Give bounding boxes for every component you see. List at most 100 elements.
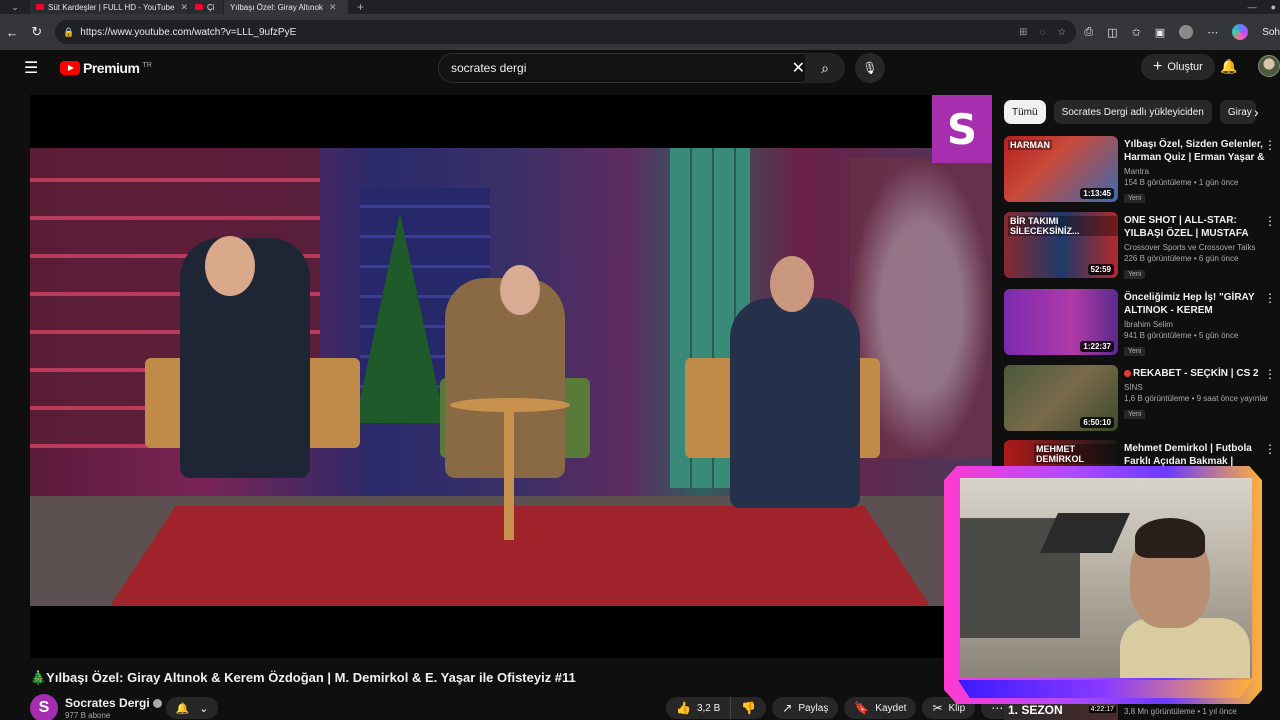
- video-thumbnail[interactable]: 1:22:37: [1004, 289, 1118, 355]
- more-vertical-icon[interactable]: ⋮: [1264, 367, 1276, 381]
- search-button[interactable]: ⌕: [805, 53, 845, 83]
- search-query: socrates dergi: [451, 61, 527, 75]
- browser-tab[interactable]: Çi: [189, 0, 223, 14]
- tracking-icon[interactable]: ◌: [1039, 27, 1045, 38]
- recommendation-item[interactable]: 6:50:10 REKABET - SEÇKİN | CS 2 SİNS 1,6…: [1004, 365, 1280, 437]
- scissors-icon: ✂: [932, 701, 943, 715]
- favorites-icon[interactable]: ✩: [1132, 26, 1141, 39]
- youtube-logo[interactable]: Premium TR: [60, 60, 152, 76]
- new-badge: Yeni: [1124, 270, 1146, 279]
- chip-from-uploader[interactable]: Socrates Dergi adlı yükleyiciden: [1053, 100, 1212, 124]
- extensions-area: ⎙ ◫ ✩ ▣ ⋯ Soh: [1084, 24, 1280, 40]
- create-label: Oluştur: [1167, 61, 1203, 73]
- recommendation-title[interactable]: Önceliğimiz Hep İş! "GİRAY ALTINOK - KER…: [1124, 291, 1268, 317]
- thumbnail-text: MEHMET DEMİRKOL: [1034, 444, 1118, 464]
- browser-tab[interactable]: Süt Kardeşler | FULL HD - YouTube ✕: [30, 0, 188, 14]
- recommendation-item[interactable]: BİR TAKIMI SİLECEKSİNİZ... 52:59 ONE SHO…: [1004, 212, 1280, 284]
- notifications-bell-icon[interactable]: 🔔: [1220, 58, 1237, 75]
- video-title: 🎄Yılbaşı Özel: Giray Altınok & Kerem Özd…: [30, 670, 576, 685]
- close-icon[interactable]: ✕: [180, 2, 188, 13]
- window-controls: — ●: [1248, 0, 1276, 14]
- recommendation-channel[interactable]: Mantra: [1124, 167, 1268, 176]
- split-screen-icon[interactable]: ◫: [1107, 26, 1117, 39]
- channel-avatar[interactable]: S: [30, 694, 58, 720]
- channel-name-text: Socrates Dergi: [65, 696, 150, 710]
- lock-icon: 🔒: [63, 26, 75, 37]
- filter-chips: Tümü Socrates Dergi adlı yükleyiciden Gi…: [1004, 100, 1256, 124]
- browser-tab-active[interactable]: Yılbaşı Özel: Giray Altınok ✕: [224, 0, 348, 14]
- menu-icon[interactable]: ☰: [24, 58, 44, 78]
- collections-icon[interactable]: ▣: [1155, 26, 1165, 39]
- share-button[interactable]: ↗ Paylaş: [772, 697, 839, 719]
- video-thumbnail[interactable]: HARMAN 1:13:45: [1004, 136, 1118, 202]
- recommendation-item[interactable]: 1:22:37 Önceliğimiz Hep İş! "GİRAY ALTIN…: [1004, 289, 1280, 361]
- tab-label: Süt Kardeşler | FULL HD - YouTube: [48, 2, 175, 12]
- guest-head: [500, 265, 540, 315]
- chevron-right-icon[interactable]: ›: [1254, 104, 1259, 120]
- profile-avatar[interactable]: [1179, 25, 1194, 39]
- more-vertical-icon[interactable]: ⋮: [1264, 214, 1276, 228]
- save-button[interactable]: 🔖 Kaydet: [844, 697, 917, 719]
- share-label: Paylaş: [798, 702, 829, 714]
- reload-icon[interactable]: ↻: [25, 24, 50, 40]
- video-player[interactable]: S: [30, 95, 992, 658]
- clear-search-icon[interactable]: ✕: [792, 58, 805, 78]
- more-vertical-icon[interactable]: ⋮: [1264, 138, 1276, 152]
- video-thumbnail[interactable]: 1. SEZON 4:22:17: [1004, 702, 1118, 720]
- recommendation-channel[interactable]: SİNS: [1124, 383, 1268, 392]
- subscription-bell-button[interactable]: 🔔 ⌄: [166, 697, 218, 719]
- duration-badge: 6:50:10: [1080, 417, 1114, 428]
- new-tab-icon[interactable]: +: [349, 0, 372, 14]
- dislike-button[interactable]: 👎: [731, 697, 767, 719]
- recommendation-item[interactable]: HARMAN 1:13:45 Yılbaşı Özel, Sizden Gele…: [1004, 136, 1280, 208]
- more-vertical-icon[interactable]: ⋮: [1264, 442, 1276, 456]
- guest-head: [770, 256, 814, 312]
- copilot-icon[interactable]: ●: [1271, 2, 1276, 12]
- youtube-favicon-icon: [36, 4, 44, 10]
- recommendation-title[interactable]: Mehmet Demirkol | Futbola Farklı Açıdan …: [1124, 442, 1268, 468]
- new-badge: Yeni: [1124, 347, 1146, 356]
- video-thumbnail[interactable]: BİR TAKIMI SİLECEKSİNİZ... 52:59: [1004, 212, 1118, 278]
- search-input[interactable]: socrates dergi ✕: [438, 53, 816, 83]
- recommendation-title-text: REKABET - SEÇKİN | CS 2: [1133, 368, 1259, 379]
- account-avatar[interactable]: [1258, 55, 1280, 77]
- recommendation-item[interactable]: 1. SEZON 4:22:17 3,8 Mn görüntüleme • 1 …: [1004, 702, 1280, 720]
- browser-tab-bar: ⌄ Süt Kardeşler | FULL HD - YouTube ✕ Çi…: [0, 0, 1280, 14]
- favorite-star-icon[interactable]: ☆: [1057, 27, 1066, 38]
- recommendation-meta: Yılbaşı Özel, Sizden Gelenler, Harman Qu…: [1124, 138, 1268, 205]
- voice-search-button[interactable]: 🎙: [855, 53, 885, 83]
- like-button[interactable]: 👍 3,2 B: [666, 697, 732, 719]
- recommendation-title[interactable]: ONE SHOT | ALL-STAR: YILBAŞI ÖZEL | MUST…: [1124, 214, 1268, 240]
- address-bar[interactable]: 🔒 https://www.youtube.com/watch?v=LLL_9u…: [55, 20, 1077, 44]
- translate-icon[interactable]: ⊞: [1019, 27, 1027, 38]
- create-button[interactable]: + Oluştur: [1141, 54, 1215, 80]
- video-frame: [30, 148, 992, 606]
- recommendation-stats: 154 B görüntüleme • 1 gün önce: [1124, 178, 1239, 187]
- thumbs-up-icon: 👍: [676, 701, 691, 715]
- channel-name[interactable]: Socrates Dergi: [65, 696, 162, 710]
- video-thumbnail[interactable]: 6:50:10: [1004, 365, 1118, 431]
- more-vertical-icon[interactable]: ⋮: [1264, 291, 1276, 305]
- tab-label: Çi: [207, 2, 215, 12]
- chip-giray[interactable]: Giray: [1219, 100, 1256, 124]
- recommendation-channel[interactable]: Crossover Sports ve Crossover Talks: [1124, 243, 1268, 252]
- logo-region: TR: [142, 62, 152, 69]
- omnibox-actions: ⊞ ◌ ☆: [1019, 27, 1076, 38]
- recommendation-title[interactable]: Yılbaşı Özel, Sizden Gelenler, Harman Qu…: [1124, 138, 1268, 164]
- back-icon[interactable]: ←: [0, 25, 25, 40]
- recommendation-title[interactable]: REKABET - SEÇKİN | CS 2: [1124, 367, 1268, 380]
- chip-all[interactable]: Tümü: [1004, 100, 1046, 124]
- extension-icon[interactable]: ⎙: [1084, 26, 1093, 39]
- recommendation-meta: Mehmet Demirkol | Futbola Farklı Açıdan …: [1124, 442, 1268, 468]
- plus-icon: +: [1153, 58, 1163, 75]
- minimize-icon[interactable]: —: [1248, 2, 1257, 12]
- chevron-down-icon: ⌄: [199, 702, 209, 715]
- recommendation-stats: 1,6 B görüntüleme • 9 saat önce yayınlan…: [1124, 394, 1268, 403]
- close-icon[interactable]: ✕: [329, 2, 337, 13]
- tab-list-icon[interactable]: ⌄: [0, 0, 30, 14]
- recommendation-channel[interactable]: İbrahim Selim: [1124, 320, 1268, 329]
- more-icon[interactable]: ⋯: [1207, 26, 1218, 39]
- profile-label: Soh: [1262, 26, 1280, 38]
- copilot-icon[interactable]: [1232, 24, 1249, 40]
- search-icon: ⌕: [821, 59, 829, 76]
